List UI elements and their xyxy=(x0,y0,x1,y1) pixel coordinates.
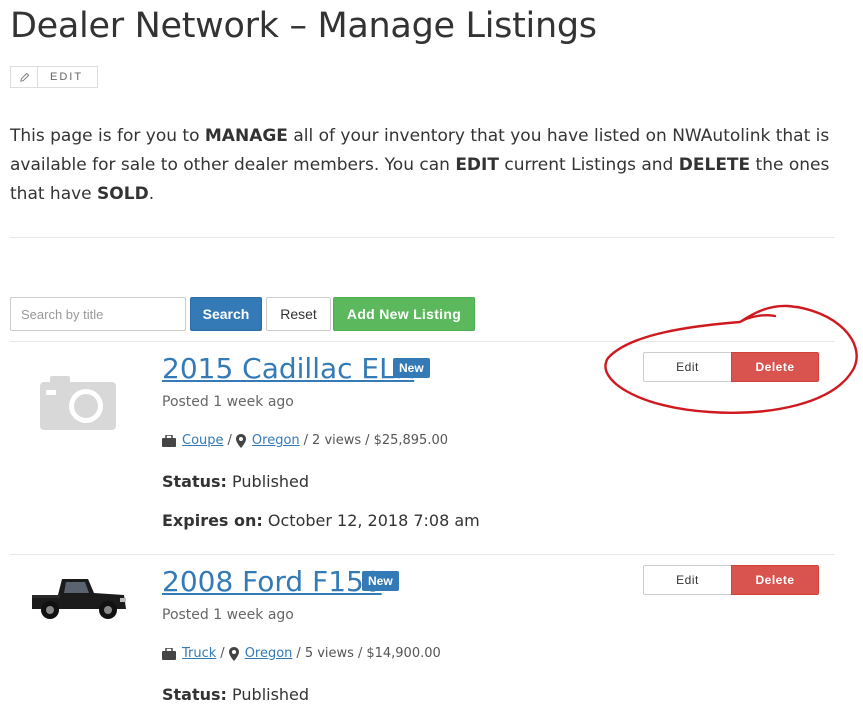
listing-meta: Truck / Oregon / 5 views / $14,900.00 xyxy=(162,646,441,661)
view-count: 2 views xyxy=(312,433,362,448)
briefcase-icon xyxy=(162,647,176,660)
pencil-icon xyxy=(11,67,38,87)
delete-listing-button[interactable]: Delete xyxy=(731,565,819,595)
search-button[interactable]: Search xyxy=(190,297,262,331)
edit-page-button[interactable]: EDIT xyxy=(10,66,98,88)
new-badge: New xyxy=(362,571,399,591)
edit-page-label: EDIT xyxy=(50,71,84,83)
expires-field: Expires on: October 12, 2018 7:08 am xyxy=(162,511,480,530)
listing-meta: Coupe / Oregon / 2 views / $25,895.00 xyxy=(162,433,448,448)
view-count: 5 views xyxy=(304,646,354,661)
price: $14,900.00 xyxy=(366,646,441,661)
meta-separator: / xyxy=(296,646,301,661)
search-input[interactable] xyxy=(10,297,186,331)
add-new-listing-button[interactable]: Add New Listing xyxy=(333,297,475,331)
camera-placeholder-icon[interactable] xyxy=(38,372,118,437)
intro-text: This page is for you to MANAGE all of yo… xyxy=(10,126,830,204)
map-marker-icon xyxy=(228,646,239,661)
posted-time: Posted 1 week ago xyxy=(162,607,294,623)
briefcase-icon xyxy=(162,434,176,447)
edit-listing-button[interactable]: Edit xyxy=(643,352,731,382)
map-marker-icon xyxy=(235,433,246,448)
reset-button[interactable]: Reset xyxy=(266,297,331,331)
meta-separator: / xyxy=(303,433,309,448)
divider xyxy=(10,237,835,238)
posted-time: Posted 1 week ago xyxy=(162,394,294,410)
location-link[interactable]: Oregon xyxy=(252,433,300,448)
listing-title-link[interactable]: 2008 Ford F150 xyxy=(162,565,382,598)
status-field: Status: Published xyxy=(162,685,310,704)
edit-listing-button[interactable]: Edit xyxy=(643,565,731,595)
meta-separator: / xyxy=(227,433,232,448)
status-field: Status: Published xyxy=(162,472,310,491)
category-link[interactable]: Coupe xyxy=(182,433,224,448)
page-title: Dealer Network – Manage Listings xyxy=(10,6,597,46)
delete-listing-button[interactable]: Delete xyxy=(731,352,819,382)
meta-separator: / xyxy=(365,433,370,448)
meta-separator: / xyxy=(220,646,225,661)
category-link[interactable]: Truck xyxy=(182,646,216,661)
new-badge: New xyxy=(393,358,430,378)
location-link[interactable]: Oregon xyxy=(245,646,293,661)
pickup-truck-image[interactable] xyxy=(28,573,130,628)
listing-title-link[interactable]: 2015 Cadillac ELR xyxy=(162,352,414,385)
price: $25,895.00 xyxy=(373,433,448,448)
listing-item: 2015 Cadillac ELR New Posted 1 week ago … xyxy=(10,342,835,554)
meta-separator: / xyxy=(357,646,363,661)
listing-item: 2008 Ford F150 New Posted 1 week ago Tru… xyxy=(10,555,835,704)
